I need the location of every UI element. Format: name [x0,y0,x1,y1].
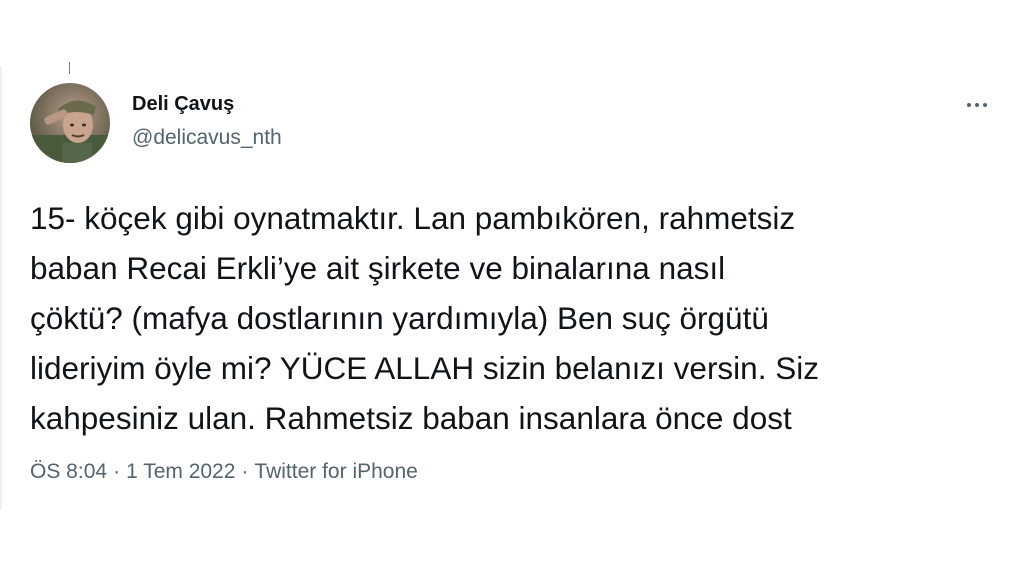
tweet-text-line: kahpesiniz ulan. Rahmetsiz baban insanla… [30,400,792,436]
dot [983,103,987,107]
card-border [0,66,2,510]
tweet-date[interactable]: 1 Tem 2022 [126,460,235,483]
dot [975,103,979,107]
username-handle[interactable]: @delicavus_nth [132,126,282,150]
separator: · [113,460,121,483]
tweet-text: 15- köçek gibi oynatmaktır. Lan pambıkör… [30,193,1005,443]
tweet-text-line: çöktü? (mafya dostlarının yardımıyla) Be… [30,300,769,336]
display-name[interactable]: Deli Çavuş [132,93,234,116]
separator: · [241,460,249,483]
tweet-text-line: 15- köçek gibi oynatmaktır. Lan pambıkör… [30,200,796,236]
more-horizontal-icon[interactable] [957,92,997,118]
avatar-image [30,100,110,163]
thread-line [69,62,70,74]
tweet-time[interactable]: ÖS 8:04 [30,460,107,483]
tweet-text-line: lideriyim öyle mi? YÜCE ALLAH sizin bela… [30,350,819,386]
tweet-meta: ÖS 8:04 · 1 Tem 2022 · Twitter for iPhone [30,460,418,484]
tweet-text-line: baban Recai Erkli’ye ait şirkete ve bina… [30,250,726,286]
avatar[interactable] [30,83,110,163]
dot [967,103,971,107]
tweet-source[interactable]: Twitter for iPhone [254,460,417,483]
